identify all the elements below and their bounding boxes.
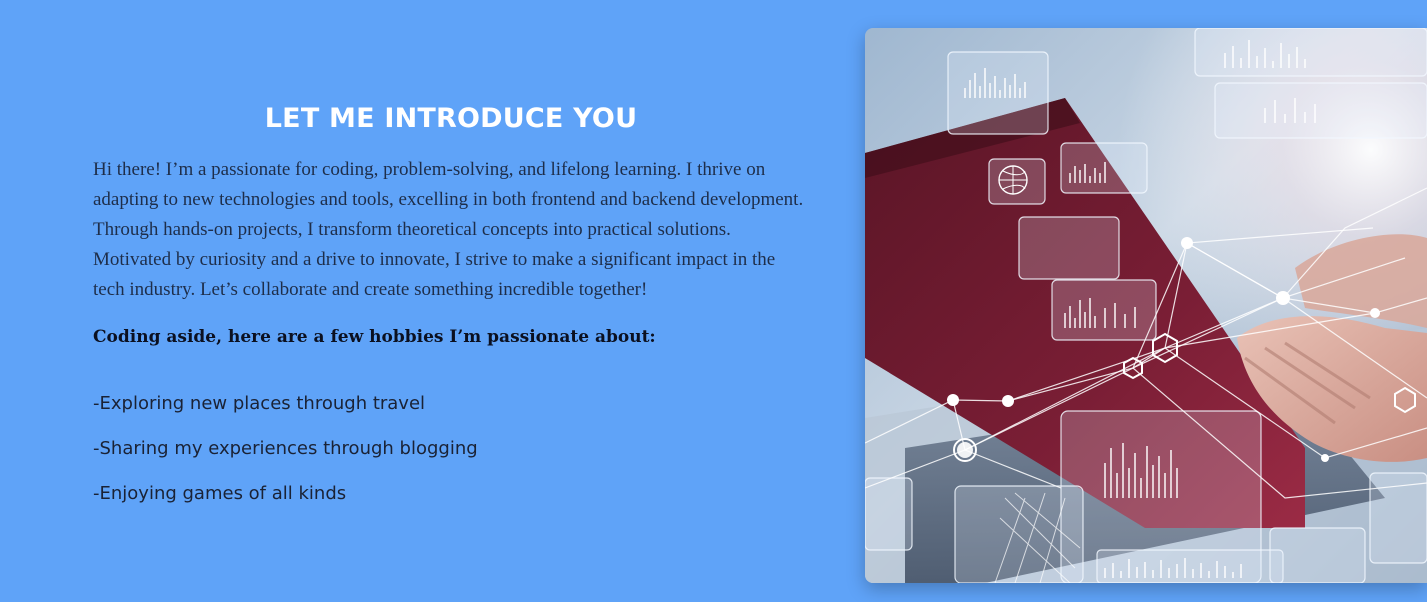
hobby-list: -Exploring new places through travel -Sh… [93,390,809,507]
about-section: LET ME INTRODUCE YOU Hi there! I’m a pas… [0,0,1427,602]
intro-title: LET ME INTRODUCE YOU [264,103,638,134]
hobby-item-blogging: -Sharing my experiences through blogging [93,438,478,459]
hobby-item-travel: -Exploring new places through travel [93,393,426,414]
hero-image [865,28,1427,583]
hobby-item-games: -Enjoying games of all kinds [93,483,347,504]
tech-network-illustration [865,28,1427,583]
intro-paragraph: Hi there! I’m a passionate for coding, p… [93,159,804,300]
hobbies-heading: Coding aside, here are a few hobbies I’m… [93,327,656,347]
intro-column: LET ME INTRODUCE YOU Hi there! I’m a pas… [93,96,809,525]
